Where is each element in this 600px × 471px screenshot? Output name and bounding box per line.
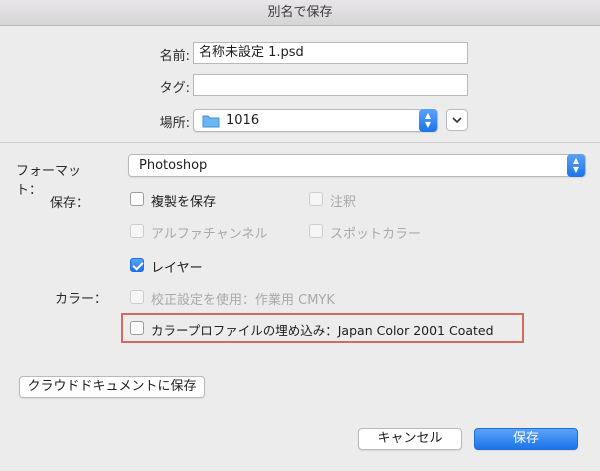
format-popup[interactable]: Photoshop ▲ ▼ xyxy=(128,154,586,177)
window-title: 別名で保存 xyxy=(0,0,600,26)
save-options-label: 保存： xyxy=(50,196,90,211)
save-button[interactable]: 保存 xyxy=(474,428,578,450)
location-value: 1016 xyxy=(226,113,260,128)
folder-icon xyxy=(202,115,220,128)
format-value: Photoshop xyxy=(139,158,208,173)
layers-label: レイヤー xyxy=(151,261,203,276)
duplicate-label: 複製を保存 xyxy=(151,195,217,210)
embed-profile-label: カラープロファイルの埋め込み：Japan Color 2001 Coated xyxy=(151,323,494,338)
spot-colors-label: スポットカラー xyxy=(330,227,422,242)
annotations-checkbox[interactable] xyxy=(309,192,323,206)
updown-chevron-icon: ▲ ▼ xyxy=(567,154,585,177)
expand-button[interactable] xyxy=(446,109,468,131)
location-popup[interactable]: 1016 ▲ ▼ xyxy=(193,109,438,132)
section-divider xyxy=(0,142,600,143)
save-to-cloud-button[interactable]: クラウドドキュメントに保存 xyxy=(19,376,205,398)
location-label: 場所: xyxy=(159,116,190,131)
spot-colors-checkbox[interactable] xyxy=(309,224,323,238)
embed-profile-checkbox[interactable] xyxy=(130,321,144,335)
color-options-label: カラー： xyxy=(55,292,108,307)
layers-checkbox[interactable] xyxy=(130,258,144,272)
cancel-button[interactable]: キャンセル xyxy=(358,428,462,450)
name-field[interactable]: 名称未設定 1.psd xyxy=(193,42,468,64)
chevron-down-icon xyxy=(452,117,462,124)
tags-field[interactable] xyxy=(193,74,468,96)
tags-label: タグ: xyxy=(159,81,190,96)
annotations-label: 注釈 xyxy=(330,195,357,210)
proof-setup-checkbox[interactable] xyxy=(130,290,144,304)
proof-setup-label: 校正設定を使用：作業用 CMYK xyxy=(151,293,335,308)
name-label: 名前: xyxy=(159,49,190,64)
duplicate-checkbox[interactable] xyxy=(130,192,144,206)
updown-chevron-icon: ▲ ▼ xyxy=(419,109,437,132)
alpha-channels-checkbox[interactable] xyxy=(130,224,144,238)
alpha-channels-label: アルファチャンネル xyxy=(151,227,268,242)
